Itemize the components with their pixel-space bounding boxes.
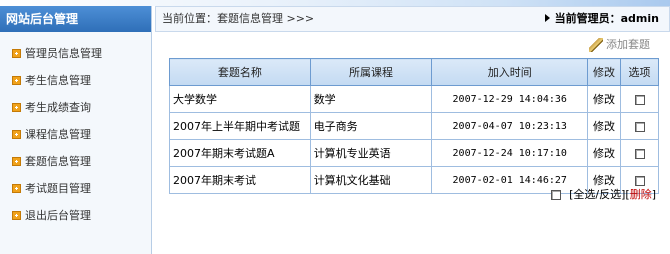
sidebar-item-label: 考试题目管理 bbox=[25, 182, 91, 195]
sidebar-item-label: 课程信息管理 bbox=[25, 128, 91, 141]
sidebar-item-logout[interactable]: 退出后台管理 bbox=[0, 202, 151, 229]
row-select-cell bbox=[620, 85, 659, 113]
select-all-link[interactable]: [全选/反选] bbox=[569, 188, 625, 201]
delete-link[interactable]: 删除 bbox=[630, 188, 652, 201]
cell-course: 数学 bbox=[309, 85, 433, 113]
sidebar-item-admin-info[interactable]: 管理员信息管理 bbox=[0, 40, 151, 67]
sidebar-item-label: 考生成绩查询 bbox=[25, 101, 91, 114]
breadcrumb: 当前位置：套题信息管理 >>> 当前管理员：admin bbox=[155, 6, 670, 32]
sidebar: 网站后台管理 管理员信息管理 考生信息管理 考生成绩查询 课程信息管理 套题信息… bbox=[0, 6, 152, 254]
row-checkbox[interactable] bbox=[634, 121, 645, 132]
cell-time: 2007-12-24 10:17:10 bbox=[431, 139, 589, 167]
table-header-row: 套题名称 所属课程 加入时间 修改 选项 bbox=[169, 58, 659, 86]
plus-square-icon bbox=[12, 76, 21, 85]
select-all-checkbox[interactable] bbox=[551, 190, 562, 200]
plus-square-icon bbox=[12, 211, 21, 220]
edit-link[interactable]: 修改 bbox=[587, 85, 622, 113]
add-question-set-label: 添加套题 bbox=[606, 38, 650, 51]
plus-square-icon bbox=[12, 157, 21, 166]
main-content: 当前位置：套题信息管理 >>> 当前管理员：admin 添加套题 套题名称 所属… bbox=[155, 6, 670, 254]
plus-square-icon bbox=[12, 184, 21, 193]
sidebar-item-label: 套题信息管理 bbox=[25, 155, 91, 168]
sidebar-item-course-info[interactable]: 课程信息管理 bbox=[0, 121, 151, 148]
cell-time: 2007-04-07 10:23:13 bbox=[431, 112, 589, 140]
sidebar-item-label: 退出后台管理 bbox=[25, 209, 91, 222]
sidebar-item-question-set[interactable]: 套题信息管理 bbox=[0, 148, 151, 175]
add-question-set-button[interactable]: 添加套题 bbox=[589, 38, 650, 52]
sidebar-item-student-info[interactable]: 考生信息管理 bbox=[0, 67, 151, 94]
column-header-edit: 修改 bbox=[587, 58, 622, 86]
triangle-right-icon bbox=[544, 14, 550, 22]
row-select-cell bbox=[620, 139, 659, 167]
cell-course: 计算机文化基础 bbox=[309, 166, 433, 194]
question-set-table: 套题名称 所属课程 加入时间 修改 选项 大学数学 数学 2007-12-29 … bbox=[169, 58, 659, 194]
cell-name: 2007年上半年期中考试题 bbox=[169, 112, 311, 140]
sidebar-menu: 管理员信息管理 考生信息管理 考生成绩查询 课程信息管理 套题信息管理 考试题目… bbox=[0, 32, 151, 229]
edit-link[interactable]: 修改 bbox=[587, 112, 622, 140]
sidebar-item-score-query[interactable]: 考生成绩查询 bbox=[0, 94, 151, 121]
cell-time: 2007-12-29 14:04:36 bbox=[431, 85, 589, 113]
column-header-name: 套题名称 bbox=[169, 58, 311, 86]
sidebar-item-label: 管理员信息管理 bbox=[25, 47, 102, 60]
bulk-actions: [全选/反选][删除] bbox=[551, 188, 656, 202]
plus-square-icon bbox=[12, 130, 21, 139]
sidebar-item-label: 考生信息管理 bbox=[25, 74, 91, 87]
table-row: 大学数学 数学 2007-12-29 14:04:36 修改 bbox=[169, 85, 659, 113]
sidebar-item-exam-questions[interactable]: 考试题目管理 bbox=[0, 175, 151, 202]
cell-course: 计算机专业英语 bbox=[309, 139, 433, 167]
column-header-course: 所属课程 bbox=[309, 58, 433, 86]
cell-name: 大学数学 bbox=[169, 85, 311, 113]
cell-course: 电子商务 bbox=[309, 112, 433, 140]
column-header-select: 选项 bbox=[620, 58, 659, 86]
table-row: 2007年期末考试题A 计算机专业英语 2007-12-24 10:17:10 … bbox=[169, 139, 659, 167]
column-header-time: 加入时间 bbox=[431, 58, 589, 86]
pencil-icon bbox=[589, 38, 603, 52]
plus-square-icon bbox=[12, 103, 21, 112]
current-admin-label: 当前管理员：admin bbox=[554, 12, 659, 25]
row-select-cell bbox=[620, 112, 659, 140]
edit-link[interactable]: 修改 bbox=[587, 139, 622, 167]
breadcrumb-text: 当前位置：套题信息管理 >>> bbox=[162, 12, 315, 25]
cell-name: 2007年期末考试 bbox=[169, 166, 311, 194]
table-row: 2007年上半年期中考试题 电子商务 2007-04-07 10:23:13 修… bbox=[169, 112, 659, 140]
row-checkbox[interactable] bbox=[634, 175, 645, 186]
delete-bracket-close: ] bbox=[651, 188, 656, 201]
row-checkbox[interactable] bbox=[634, 148, 645, 159]
sidebar-title: 网站后台管理 bbox=[0, 6, 151, 32]
row-checkbox[interactable] bbox=[634, 94, 645, 105]
current-admin: 当前管理员：admin bbox=[544, 7, 659, 31]
plus-square-icon bbox=[12, 49, 21, 58]
cell-name: 2007年期末考试题A bbox=[169, 139, 311, 167]
